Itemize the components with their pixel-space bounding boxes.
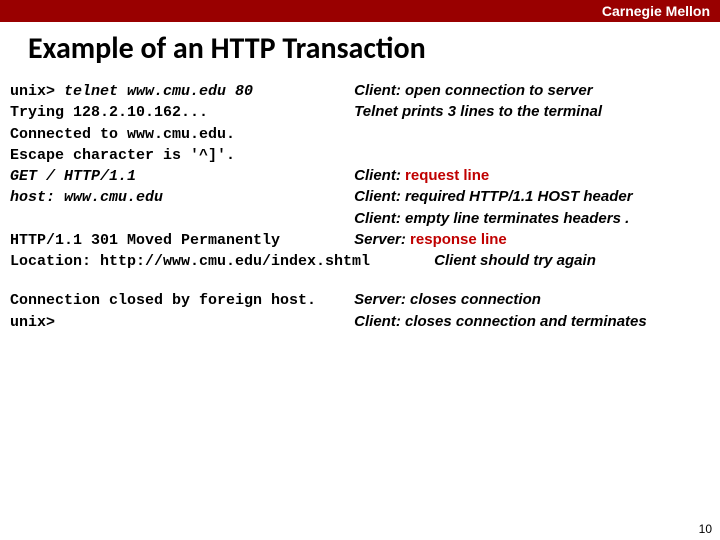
brand-label: Carnegie Mellon xyxy=(602,3,710,19)
annotation-1: Client: open connection to server xyxy=(354,81,592,101)
annotation-6: Client: required HTTP/1.1 HOST header xyxy=(354,187,632,207)
annotation-10: Server: closes connection xyxy=(354,290,541,310)
code-line-11: unix> xyxy=(10,313,350,333)
annotation-11: Client: closes connection and terminates xyxy=(354,312,647,332)
code-line-6: host: www.cmu.edu xyxy=(10,188,350,208)
page-number: 10 xyxy=(699,522,712,536)
code-line-4: Escape character is '^]'. xyxy=(10,146,350,166)
slide-title: Example of an HTTP Transaction xyxy=(28,30,720,67)
code-line-3: Connected to www.cmu.edu. xyxy=(10,125,350,145)
annotation-9: Client should try again xyxy=(434,251,596,271)
code-line-2: Trying 128.2.10.162... xyxy=(10,103,350,123)
annotation-5: Client: request line xyxy=(354,166,489,186)
code-line-8: HTTP/1.1 301 Moved Permanently xyxy=(10,231,350,251)
code-line-5: GET / HTTP/1.1 xyxy=(10,167,350,187)
code-line-7-blank xyxy=(10,210,350,230)
annotation-8: Server: response line xyxy=(354,230,507,250)
annotation-2: Telnet prints 3 lines to the terminal xyxy=(354,102,602,122)
code-line-10: Connection closed by foreign host. xyxy=(10,291,350,311)
annotation-7: Client: empty line terminates headers . xyxy=(354,209,629,229)
code-line-1: unix> telnet www.cmu.edu 80 xyxy=(10,82,350,102)
code-line-9: Location: http://www.cmu.edu/index.shtml xyxy=(10,252,430,272)
top-brand-bar: Carnegie Mellon xyxy=(0,0,720,22)
slide-body: unix> telnet www.cmu.edu 80 Client: open… xyxy=(10,81,720,333)
